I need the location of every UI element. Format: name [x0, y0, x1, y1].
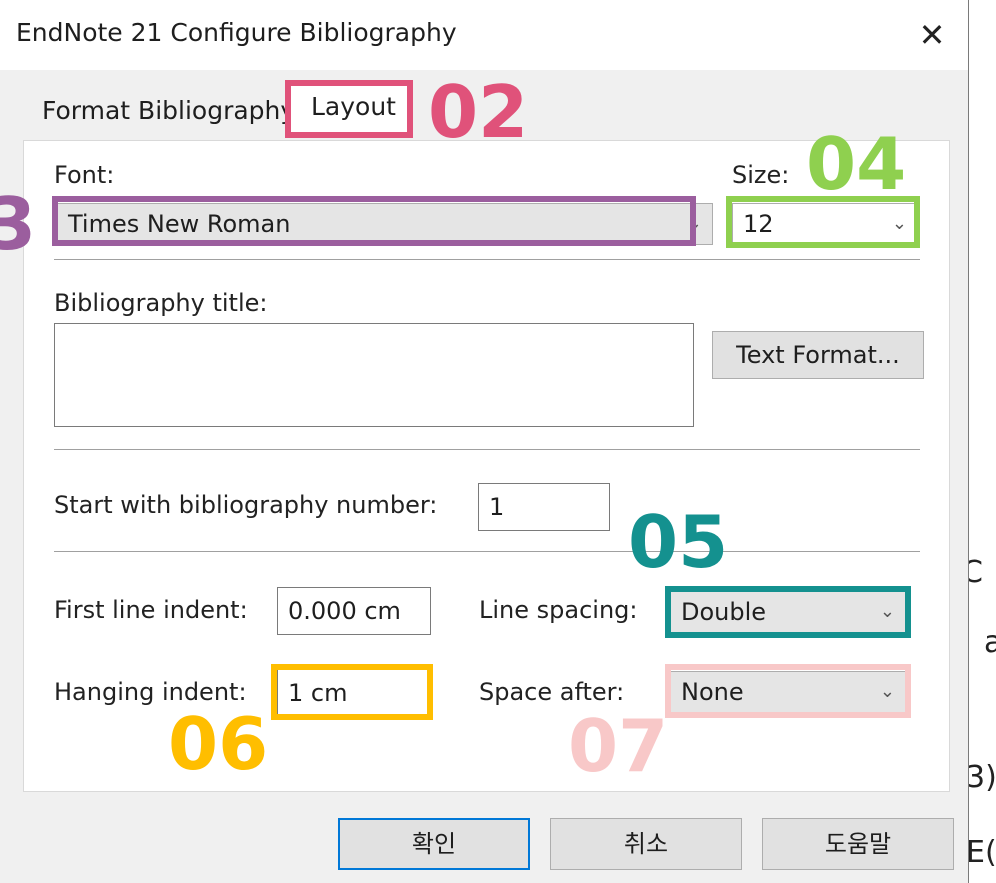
help-button[interactable]: 도움말: [762, 818, 954, 870]
title-bar: EndNote 21 Configure Bibliography ✕: [0, 0, 968, 70]
background-text: 3): [966, 760, 996, 795]
ok-button[interactable]: 확인: [338, 818, 530, 870]
line-spacing-label: Line spacing:: [479, 596, 638, 624]
annotation-box-05: [665, 586, 911, 638]
first-line-indent-label: First line indent:: [54, 596, 248, 624]
close-icon[interactable]: ✕: [904, 10, 960, 60]
annotation-box-07: [665, 664, 911, 718]
annotation-box-02: [285, 80, 413, 138]
first-line-indent-input[interactable]: 0.000 cm: [277, 587, 431, 635]
cancel-button[interactable]: 취소: [550, 818, 742, 870]
annotation-number-07: 07: [568, 704, 669, 788]
annotation-number-06: 06: [168, 702, 269, 786]
background-text: E(: [966, 835, 996, 870]
bibliography-title-input[interactable]: [54, 323, 694, 427]
annotation-number-03: 3: [0, 182, 37, 266]
bibliography-title-label: Bibliography title:: [54, 289, 268, 317]
background-text: a: [984, 625, 996, 660]
annotation-number-02: 02: [428, 70, 529, 154]
divider: [54, 551, 920, 552]
start-number-label: Start with bibliography number:: [54, 491, 438, 519]
divider: [54, 259, 920, 260]
annotation-box-03: [52, 196, 696, 246]
start-number-input[interactable]: 1: [478, 483, 610, 531]
space-after-label: Space after:: [479, 678, 625, 706]
text-format-button[interactable]: Text Format...: [712, 331, 924, 379]
tab-format-bibliography[interactable]: Format Bibliography: [42, 96, 295, 125]
annotation-number-05: 05: [628, 500, 729, 584]
size-label: Size:: [732, 161, 790, 189]
font-label: Font:: [54, 161, 115, 189]
window-title: EndNote 21 Configure Bibliography: [16, 18, 457, 47]
annotation-number-04: 04: [806, 122, 907, 206]
annotation-box-06: [271, 664, 433, 720]
divider: [54, 449, 920, 450]
